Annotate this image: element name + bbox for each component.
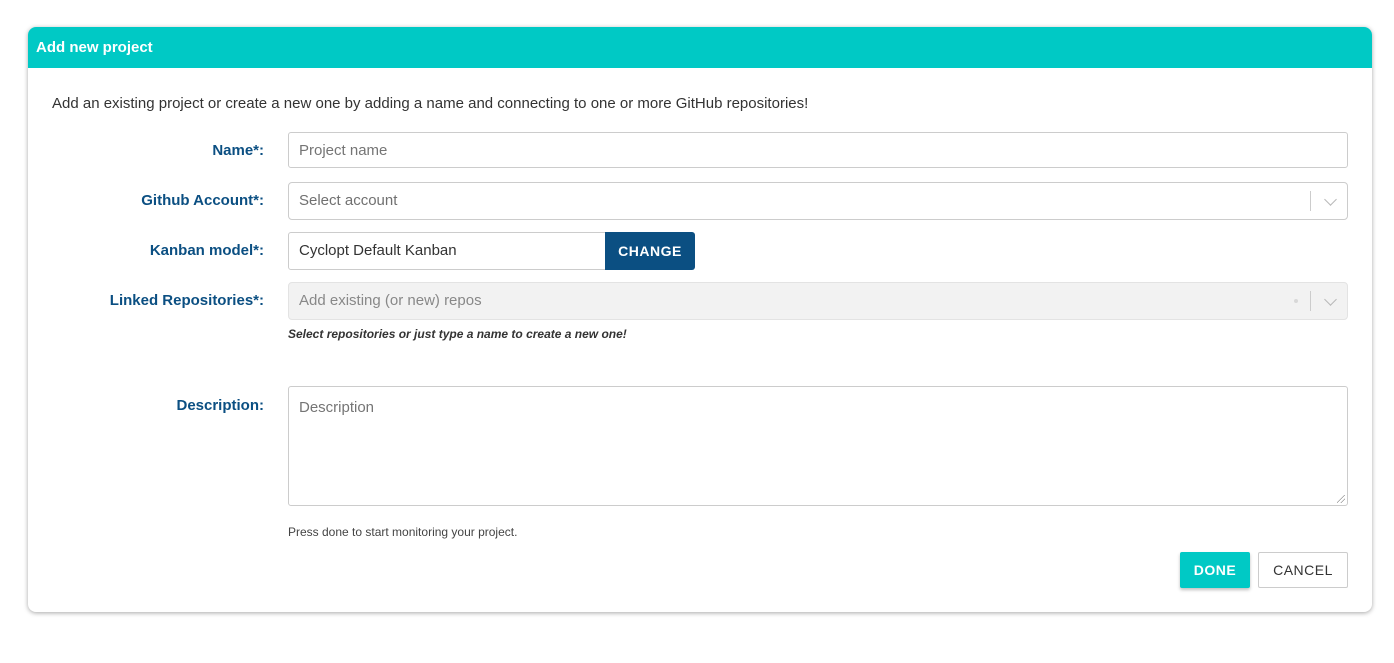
linked-repositories-select[interactable]: Add existing (or new) repos [288,282,1348,320]
loading-dot-icon [1294,299,1298,303]
chevron-down-icon[interactable] [1324,193,1337,206]
select-separator [1310,191,1311,211]
change-kanban-button[interactable]: CHANGE [605,232,695,270]
kanban-model-label: Kanban model*: [149,242,264,259]
linked-repositories-hint: Select repositories or just type a name … [288,327,627,341]
kanban-model-field: Cyclopt Default Kanban [288,232,606,270]
footer-hint: Press done to start monitoring your proj… [288,525,518,539]
name-label: Name*: [212,142,264,159]
add-project-dialog: Add new project Add an existing project … [28,27,1372,612]
linked-repositories-label: Linked Repositories*: [109,292,264,309]
select-separator [1310,291,1311,311]
dialog-title: Add new project [28,27,1372,68]
description-label: Description: [176,397,264,414]
linked-repositories-select-value: Add existing (or new) repos [299,292,482,309]
description-textarea[interactable] [288,386,1348,506]
github-account-select-value: Select account [299,192,398,209]
project-name-input[interactable] [288,132,1348,168]
cancel-button[interactable]: CANCEL [1258,552,1348,588]
done-button[interactable]: DONE [1180,552,1250,588]
github-account-select[interactable]: Select account [288,182,1348,220]
chevron-down-icon[interactable] [1324,293,1337,306]
description-wrapper [288,386,1348,506]
github-account-label: Github Account*: [141,192,264,209]
dialog-intro-text: Add an existing project or create a new … [52,95,809,112]
resize-handle-icon[interactable] [1337,495,1345,503]
